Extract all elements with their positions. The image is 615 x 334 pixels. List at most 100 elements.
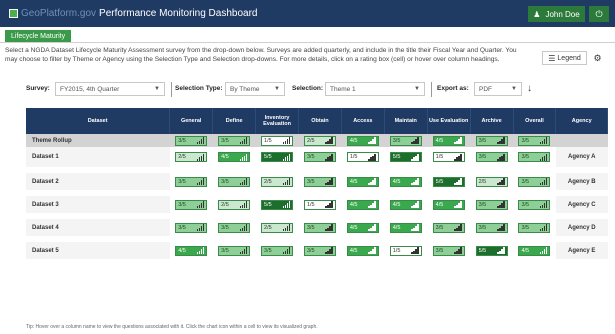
bar-chart-icon[interactable] [239,153,248,161]
rating-cell[interactable]: 5/5 [475,245,508,256]
bar-chart-icon[interactable] [497,201,505,208]
rating-cell[interactable]: 5/5 [389,152,422,162]
bar-chart-icon[interactable] [325,137,333,144]
rating-cell[interactable]: 1/5 [303,199,336,210]
logout-button[interactable]: ⏻ [589,6,609,22]
dataset-name[interactable]: Theme Rollup [26,134,170,147]
bar-chart-icon[interactable] [282,137,291,144]
rating-cell[interactable]: 3/5 [475,135,508,146]
col-header-inventory-evaluation[interactable]: Inventory Evaluation [255,108,299,134]
legend-button[interactable]: ☰ Legend [542,51,587,65]
rating-cell[interactable]: 4/5 [518,245,551,256]
bar-chart-icon[interactable] [497,153,505,161]
dataset-name[interactable]: Dataset 3 [26,193,170,219]
bar-chart-icon[interactable] [539,137,548,144]
rating-cell[interactable]: 2/5 [175,152,208,162]
rating-cell[interactable]: 3/5 [303,176,336,187]
bar-chart-icon[interactable] [239,247,248,254]
bar-chart-icon[interactable] [282,201,291,208]
rating-cell[interactable]: 4/5 [389,222,422,233]
rating-cell[interactable]: 2/5 [261,176,294,187]
col-header-maintain[interactable]: Maintain [384,108,428,134]
bar-chart-icon[interactable] [325,247,333,254]
bar-chart-icon[interactable] [454,247,462,254]
bar-chart-icon[interactable] [454,224,462,231]
rating-cell[interactable]: 3/5 [261,245,294,256]
rating-cell[interactable]: 1/5 [389,245,422,256]
rating-cell[interactable]: 4/5 [218,152,251,162]
rating-cell[interactable]: 3/5 [475,222,508,233]
settings-button[interactable]: ⚙ [590,51,605,65]
col-header-archive[interactable]: Archive [470,108,514,134]
bar-chart-icon[interactable] [539,153,548,161]
bar-chart-icon[interactable] [368,178,376,185]
bar-chart-icon[interactable] [497,247,505,254]
rating-cell[interactable]: 3/5 [303,222,336,233]
rating-cell[interactable]: 3/5 [432,222,465,233]
rating-cell[interactable]: 5/5 [261,152,294,162]
rating-cell[interactable]: 3/5 [175,199,208,210]
dataset-name[interactable]: Dataset 4 [26,216,170,242]
rating-cell[interactable]: 4/5 [175,245,208,256]
col-header-overall[interactable]: Overall [513,108,557,134]
bar-chart-icon[interactable] [497,178,505,185]
bar-chart-icon[interactable] [196,153,205,161]
rating-cell[interactable]: 3/5 [218,245,251,256]
bar-chart-icon[interactable] [411,224,419,231]
bar-chart-icon[interactable] [239,137,248,144]
tab-lifecycle-maturity[interactable]: Lifecycle Maturity [5,30,72,42]
bar-chart-icon[interactable] [196,224,205,231]
bar-chart-icon[interactable] [282,224,291,231]
rating-cell[interactable]: 4/5 [346,135,379,146]
download-icon[interactable]: ↓ [527,83,532,94]
rating-cell[interactable]: 2/5 [303,135,336,146]
rating-cell[interactable]: 3/5 [218,135,251,146]
bar-chart-icon[interactable] [368,153,376,161]
rating-cell[interactable]: 1/5 [261,135,294,146]
bar-chart-icon[interactable] [539,178,548,185]
rating-cell[interactable]: 3/5 [518,152,551,162]
bar-chart-icon[interactable] [539,247,548,254]
rating-cell[interactable]: 5/5 [432,176,465,187]
rating-cell[interactable]: 3/5 [518,199,551,210]
bar-chart-icon[interactable] [411,137,419,144]
rating-cell[interactable]: 3/5 [218,176,251,187]
rating-cell[interactable]: 3/5 [432,245,465,256]
rating-cell[interactable]: 1/5 [346,152,379,162]
bar-chart-icon[interactable] [411,247,419,254]
bar-chart-icon[interactable] [239,224,248,231]
bar-chart-icon[interactable] [539,224,548,231]
selection-type-select[interactable]: By Theme ▼ [225,82,285,96]
rating-cell[interactable]: 2/5 [218,199,251,210]
bar-chart-icon[interactable] [497,137,505,144]
selection-select[interactable]: Theme 1 ▼ [325,82,425,96]
rating-cell[interactable]: 4/5 [346,199,379,210]
rating-cell[interactable]: 4/5 [346,176,379,187]
bar-chart-icon[interactable] [196,247,205,254]
col-header-obtain[interactable]: Obtain [298,108,342,134]
dataset-name[interactable]: Dataset 1 [26,147,170,173]
rating-cell[interactable]: 3/5 [218,222,251,233]
col-header-general[interactable]: General [169,108,214,134]
bar-chart-icon[interactable] [454,153,462,161]
brand[interactable]: GeoPlatform.gov Performance Monitoring D… [9,0,257,27]
bar-chart-icon[interactable] [325,178,333,185]
bar-chart-icon[interactable] [368,201,376,208]
rating-cell[interactable]: 4/5 [389,199,422,210]
rating-cell[interactable]: 3/5 [389,135,422,146]
dataset-name[interactable]: Dataset 5 [26,239,170,265]
bar-chart-icon[interactable] [282,153,291,161]
bar-chart-icon[interactable] [196,178,205,185]
dataset-name[interactable]: Dataset 2 [26,170,170,196]
rating-cell[interactable]: 3/5 [175,135,208,146]
bar-chart-icon[interactable] [368,247,376,254]
export-select[interactable]: PDF ▼ [474,82,522,96]
bar-chart-icon[interactable] [368,137,376,144]
col-header-access[interactable]: Access [341,108,385,134]
rating-cell[interactable]: 4/5 [346,245,379,256]
bar-chart-icon[interactable] [196,137,205,144]
bar-chart-icon[interactable] [282,178,291,185]
rating-cell[interactable]: 3/5 [475,152,508,162]
col-header-dataset[interactable]: Dataset [26,108,171,134]
rating-cell[interactable]: 3/5 [175,176,208,187]
